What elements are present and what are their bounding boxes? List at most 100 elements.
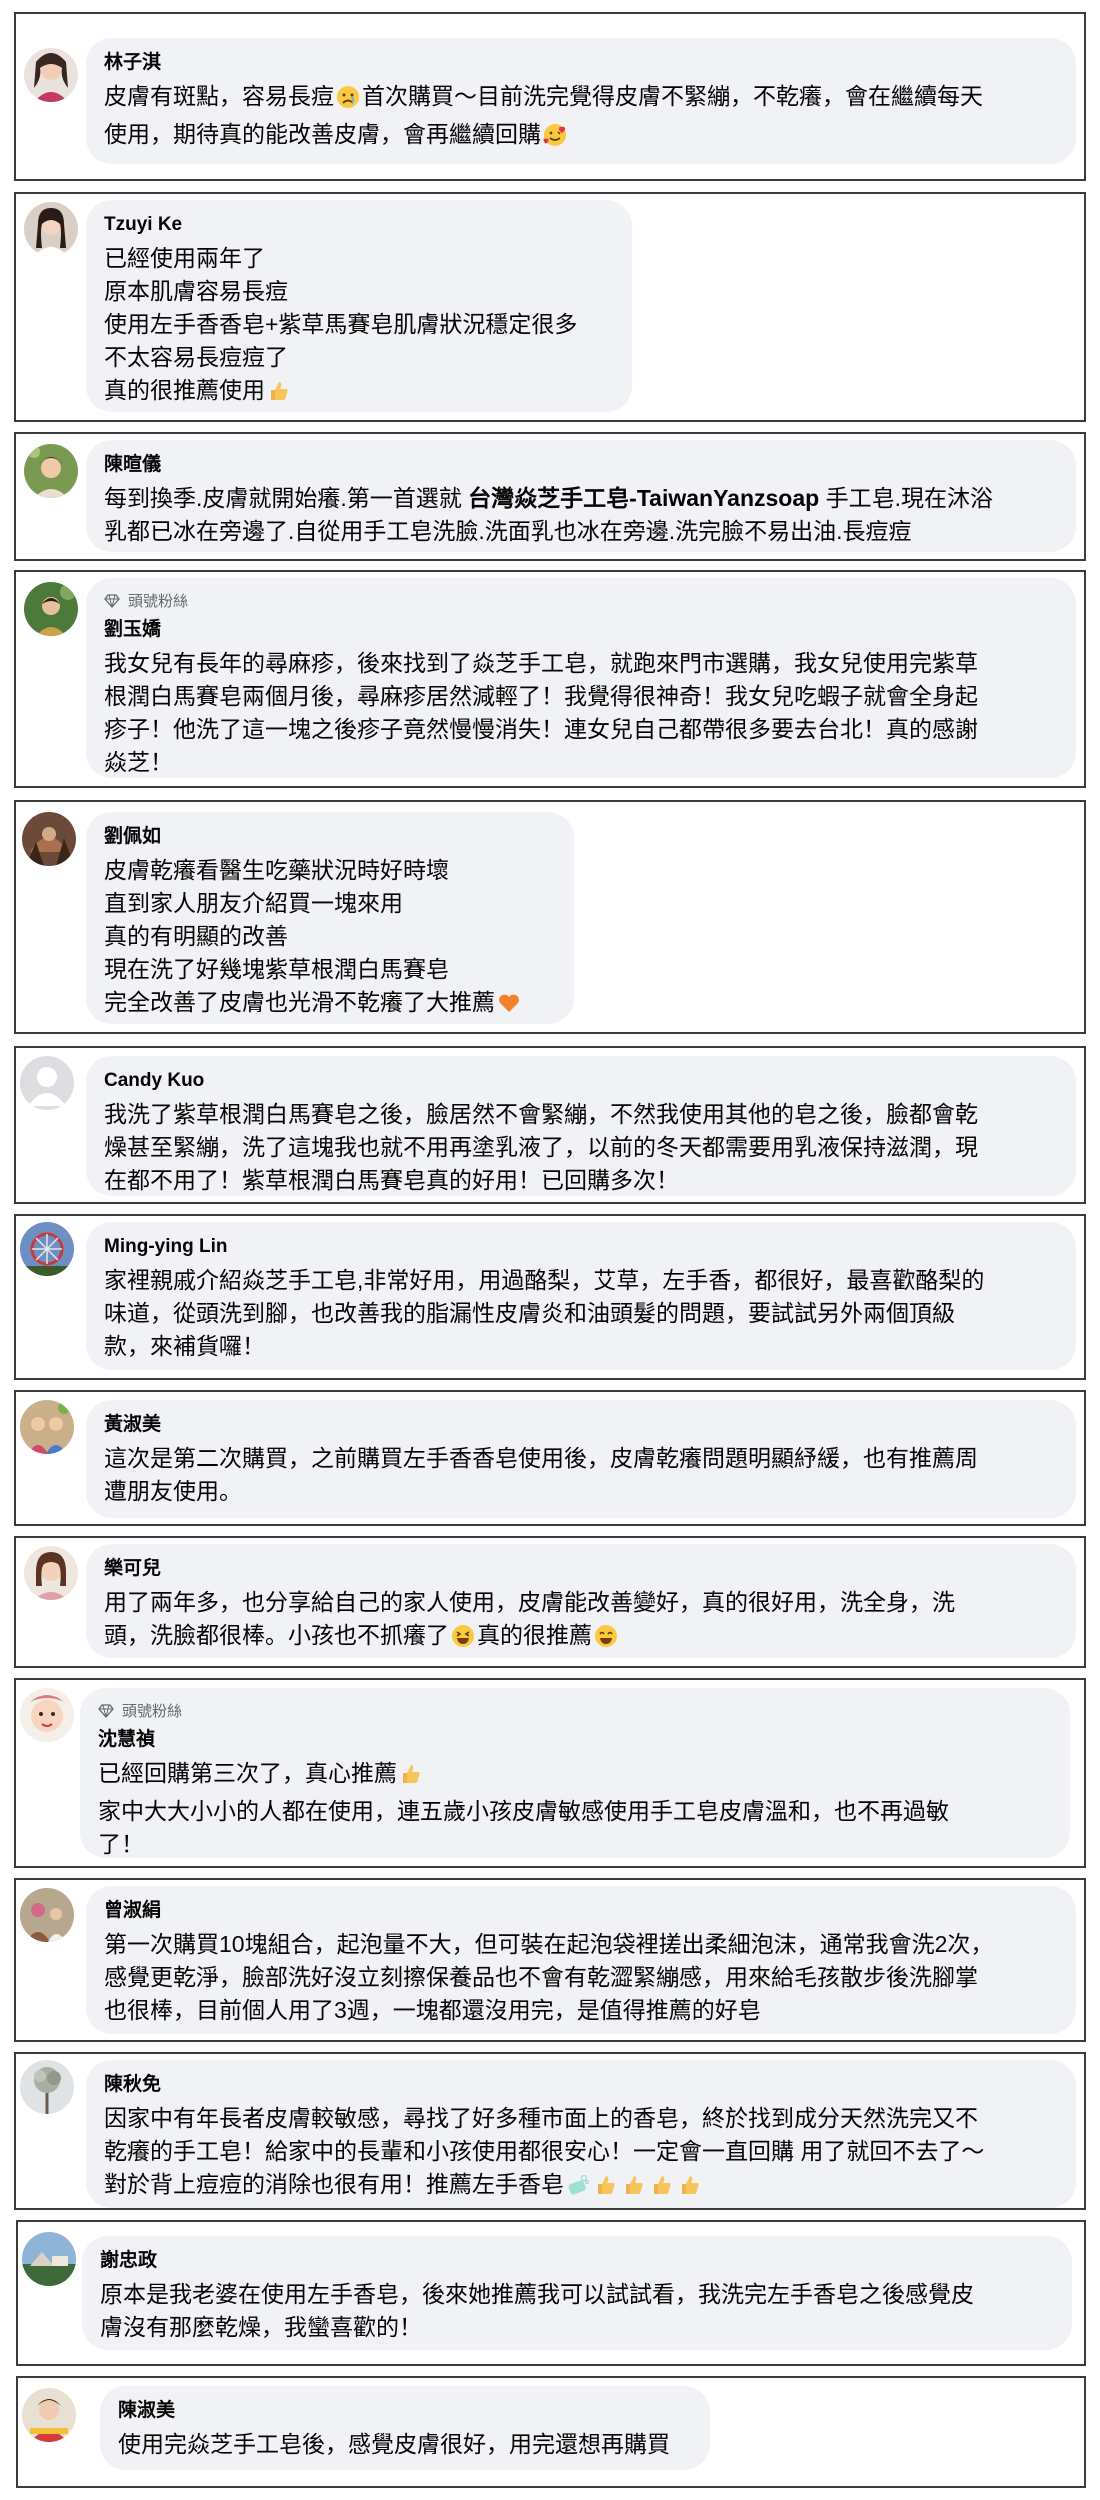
thumbs-up-icon <box>650 2173 674 2206</box>
comment-text-segment: 乾癢的手工皂！給家中的長輩和小孩使用都很安心！一定會一直回購 用了就回不去了～ <box>104 2138 985 2164</box>
avatar[interactable] <box>20 1688 74 1742</box>
comment-line: 在都不用了！紫草根潤白馬賽皂真的好用！已回購多次！ <box>104 1164 1058 1197</box>
avatar[interactable] <box>22 812 76 866</box>
comment-card: Candy Kuo 我洗了紫草根潤白馬賽皂之後，臉居然不會緊繃，不然我使用其他的… <box>14 1046 1086 1204</box>
avatar[interactable] <box>20 1888 74 1942</box>
avatar[interactable] <box>24 202 78 256</box>
comment-card: 劉佩如 皮膚乾癢看醫生吃藥狀況時好時壞直到家人朋友介紹買一塊來用 真的有明顯的改善… <box>14 800 1086 1034</box>
avatar[interactable] <box>24 48 78 102</box>
commenter-name[interactable]: 林子淇 <box>104 50 1058 76</box>
commenter-name[interactable]: 曾淑絹 <box>104 1898 1058 1924</box>
comment-text-segment: 乳都已冰在旁邊了.自從用手工皂洗臉.洗面乳也冰在旁邊.洗完臉不易出油.長痘痘 <box>104 518 912 544</box>
comment-bubble: 頭號粉絲 沈慧禎 已經回購第三次了，真心推薦 家中大大小小的人都在使用，連五歲小孩… <box>80 1688 1070 1858</box>
comment-line: 款，來補貨囉！ <box>104 1330 1058 1363</box>
comment-text-segment: 使用左手香香皂+紫草馬賽皂肌膚狀況穩定很多 <box>104 311 578 337</box>
commenter-name[interactable]: 黃淑美 <box>104 1412 1058 1438</box>
avatar[interactable] <box>22 2232 76 2286</box>
comment-bubble: 陳淑美 使用完焱芝手工皂後，感覺皮膚很好，用完還想再購買 <box>100 2386 710 2470</box>
comment-text-segment: 因家中有年長者皮膚較敏感，尋找了好多種市面上的香皂，終於找到成分天然洗完又不 <box>104 2105 978 2131</box>
comment-card: 謝忠政 原本是我老婆在使用左手香皂，後來她推薦我可以試試看，我洗完左手香皂之後感… <box>16 2220 1086 2366</box>
comment-text: 使用完焱芝手工皂後，感覺皮膚很好，用完還想再購買 <box>118 2428 692 2461</box>
comment-text: 因家中有年長者皮膚較敏感，尋找了好多種市面上的香皂，終於找到成分天然洗完又不 乾癢… <box>104 2102 1058 2206</box>
comment-text-segment: 了！ <box>98 1831 144 1857</box>
comment-text-segment: 皮膚有斑點，容易長痘 <box>104 83 334 109</box>
comment-line: 感覺更乾淨，臉部洗好沒立刻擦保養品也不會有乾澀緊繃感，用來給毛孩散步後洗腳掌 <box>104 1961 1058 1994</box>
comment-line: 第一次購買10塊組合，起泡量不大，但可裝在起泡袋裡搓出柔細泡沫，通常我會洗2次， <box>104 1928 1058 1961</box>
comment-text-segment: 我洗了紫草根潤白馬賽皂之後，臉居然不會緊繃，不然我使用其他的皂之後，臉都會乾 <box>104 1101 978 1127</box>
commenter-name[interactable]: Candy Kuo <box>104 1068 1058 1094</box>
commenter-name[interactable]: 謝忠政 <box>100 2248 1054 2274</box>
avatar[interactable] <box>24 1546 78 1600</box>
smile-face-icon <box>594 1624 618 1657</box>
comment-card: 樂可兒 用了兩年多，也分享給自己的家人使用，皮膚能改善變好，真的很好用，洗全身，… <box>14 1536 1086 1668</box>
comment-text-segment: 味道，從頭洗到腳，也改善我的脂漏性皮膚炎和油頭髮的問題，要試試另外兩個頂級 <box>104 1300 955 1326</box>
comment-line: 使用，期待真的能改善皮膚，會再繼續回購 <box>104 118 1058 156</box>
comment-line: 因家中有年長者皮膚較敏感，尋找了好多種市面上的香皂，終於找到成分天然洗完又不 <box>104 2102 1058 2135</box>
comment-text-segment: 我女兒有長年的尋麻疹，後來找到了焱芝手工皂，就跑來門市選購，我女兒使用完紫草 <box>104 650 978 676</box>
comment-line: 遭朋友使用。 <box>104 1475 1058 1508</box>
comment-line: 每到換季.皮膚就開始癢.第一首選就 台灣焱芝手工皂-TaiwanYanzsoap… <box>104 482 1058 515</box>
comment-line: 皮膚乾癢看醫生吃藥狀況時好時壞 <box>104 854 556 887</box>
comment-line: 用了兩年多，也分享給自己的家人使用，皮膚能改善變好，真的很好用，洗全身，洗 <box>104 1586 1058 1619</box>
avatar[interactable] <box>24 582 78 636</box>
avatar[interactable] <box>20 2060 74 2114</box>
commenter-name[interactable]: 沈慧禎 <box>98 1727 1052 1753</box>
comment-text: 家裡親戚介紹焱芝手工皂,非常好用，用過酪梨，艾草，左手香，都很好，最喜歡酪梨的味… <box>104 1264 1058 1363</box>
comment-line: 原本肌膚容易長痘 <box>104 275 614 308</box>
comment-text: 第一次購買10塊組合，起泡量不大，但可裝在起泡袋裡搓出柔細泡沫，通常我會洗2次，… <box>104 1928 1058 2027</box>
diamond-icon <box>98 1703 114 1718</box>
commenter-name[interactable]: Tzuyi Ke <box>104 212 614 238</box>
comment-card: 曾淑絹 第一次購買10塊組合，起泡量不大，但可裝在起泡袋裡搓出柔細泡沫，通常我會… <box>14 1878 1086 2042</box>
comment-line: 真的有明顯的改善 <box>104 920 556 953</box>
comment-line: 味道，從頭洗到腳，也改善我的脂漏性皮膚炎和油頭髮的問題，要試試另外兩個頂級 <box>104 1297 1058 1330</box>
top-fan-label: 頭號粉絲 <box>128 593 189 610</box>
comment-text-segment: 不太容易長痘痘了 <box>104 344 288 370</box>
comment-text-segment: 遭朋友使用。 <box>104 1478 242 1504</box>
thumbs-up-icon <box>678 2173 702 2206</box>
comment-line: 乳都已冰在旁邊了.自從用手工皂洗臉.洗面乳也冰在旁邊.洗完臉不易出油.長痘痘 <box>104 515 1058 548</box>
comment-text: 每到換季.皮膚就開始癢.第一首選就 台灣焱芝手工皂-TaiwanYanzsoap… <box>104 482 1058 548</box>
comment-line: 皮膚有斑點，容易長痘 首次購買～目前洗完覺得皮膚不緊繃，不乾癢，會在繼續每天 <box>104 80 1058 118</box>
comment-line: 這次是第二次購買，之前購買左手香香皂使用後，皮膚乾癢問題明顯紓緩，也有推薦周 <box>104 1442 1058 1475</box>
soap-icon <box>566 2173 590 2206</box>
comment-text-segment: 現在洗了好幾塊紫草根潤白馬賽皂 <box>104 956 449 982</box>
commenter-name[interactable]: 劉佩如 <box>104 824 556 850</box>
avatar[interactable] <box>24 444 78 498</box>
comment-text: 皮膚有斑點，容易長痘 首次購買～目前洗完覺得皮膚不緊繃，不乾癢，會在繼續每天 使用，… <box>104 80 1058 156</box>
commenter-name[interactable]: 陳暄儀 <box>104 452 1058 478</box>
comment-text: 已經回購第三次了，真心推薦 家中大大小小的人都在使用，連五歲小孩皮膚敏感使用手工皂… <box>98 1757 1052 1861</box>
comment-card: Ming-ying Lin 家裡親戚介紹焱芝手工皂,非常好用，用過酪梨，艾草，左… <box>14 1214 1086 1380</box>
commenter-name[interactable]: 劉玉嬌 <box>104 617 1058 643</box>
comment-line: 焱芝！ <box>104 746 1058 779</box>
squint-laugh-icon <box>451 1624 475 1657</box>
comment-bubble: 曾淑絹 第一次購買10塊組合，起泡量不大，但可裝在起泡袋裡搓出柔細泡沫，通常我會… <box>86 1886 1076 2034</box>
comment-text-segment: 在都不用了！紫草根潤白馬賽皂真的好用！已回購多次！ <box>104 1167 679 1193</box>
comment-line: 使用完焱芝手工皂後，感覺皮膚很好，用完還想再購買 <box>118 2428 692 2461</box>
thumbs-up-icon <box>594 2173 618 2206</box>
comment-line: 完全改善了皮膚也光滑不乾癢了大推薦 <box>104 986 556 1024</box>
comment-line: 不太容易長痘痘了 <box>104 341 614 374</box>
comment-text: 我女兒有長年的尋麻疹，後來找到了焱芝手工皂，就跑來門市選購，我女兒使用完紫草 根潤… <box>104 647 1058 779</box>
comment-line: 直到家人朋友介紹買一塊來用 <box>104 887 556 920</box>
avatar[interactable] <box>20 1056 74 1110</box>
commenter-name[interactable]: 樂可兒 <box>104 1556 1058 1582</box>
avatar[interactable] <box>20 1222 74 1276</box>
avatar[interactable] <box>20 1400 74 1454</box>
comment-text-segment: 款，來補貨囉！ <box>104 1333 265 1359</box>
avatar[interactable] <box>22 2388 76 2442</box>
comment-text-segment: 皮膚乾癢看醫生吃藥狀況時好時壞 <box>104 857 449 883</box>
commenter-name[interactable]: 陳淑美 <box>118 2398 692 2424</box>
comment-text-segment: 疹子！他洗了這一塊之後疹子竟然慢慢消失！連女兒自己都帶很多要去台北！真的感謝 <box>104 716 978 742</box>
comment-card: 頭號粉絲 沈慧禎 已經回購第三次了，真心推薦 家中大大小小的人都在使用，連五歲小孩… <box>14 1678 1086 1868</box>
commenter-name[interactable]: 陳秋免 <box>104 2072 1058 2098</box>
comment-line: 燥甚至緊繃，洗了這塊我也就不用再塗乳液了，以前的冬天都需要用乳液保持滋潤，現 <box>104 1131 1058 1164</box>
comment-line: 乾癢的手工皂！給家中的長輩和小孩使用都很安心！一定會一直回購 用了就回不去了～ <box>104 2135 1058 2168</box>
comment-text: 用了兩年多，也分享給自己的家人使用，皮膚能改善變好，真的很好用，洗全身，洗 頭，洗… <box>104 1586 1058 1657</box>
comment-text-segment: 家裡親戚介紹焱芝手工皂,非常好用，用過酪梨，艾草，左手香，都很好，最喜歡酪梨的 <box>104 1267 985 1293</box>
comment-card: 黃淑美 這次是第二次購買，之前購買左手香香皂使用後，皮膚乾癢問題明顯紓緩，也有推… <box>14 1390 1086 1526</box>
comment-bubble: 陳秋免 因家中有年長者皮膚較敏感，尋找了好多種市面上的香皂，終於找到成分天然洗完… <box>86 2060 1076 2208</box>
comment-line: 了！ <box>98 1828 1052 1861</box>
commenter-name[interactable]: Ming-ying Lin <box>104 1234 1058 1260</box>
page-mention-link[interactable]: 台灣焱芝手工皂-TaiwanYanzsoap <box>468 485 819 511</box>
comment-text-segment: 燥甚至緊繃，洗了這塊我也就不用再塗乳液了，以前的冬天都需要用乳液保持滋潤，現 <box>104 1134 978 1160</box>
